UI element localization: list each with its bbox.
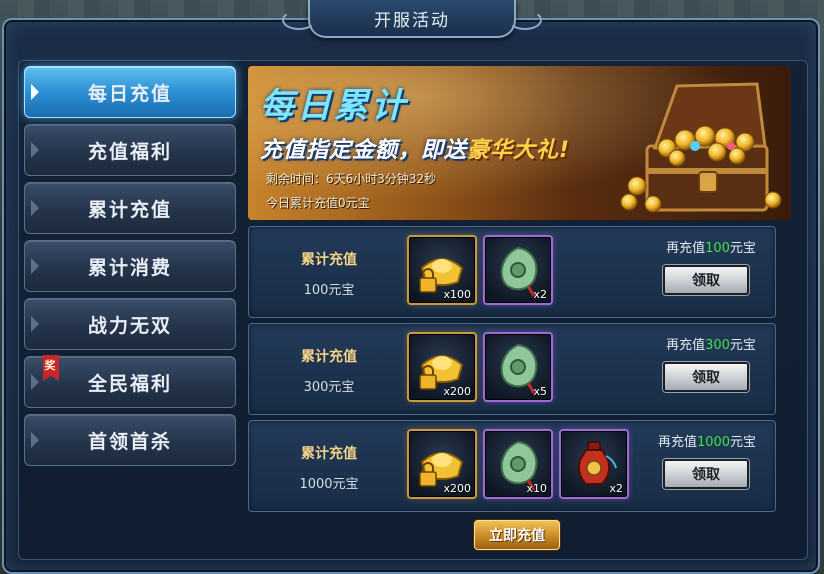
- tab-power-ranking[interactable]: 战力无双: [24, 298, 236, 350]
- tab-universal-welfare[interactable]: 奖 全民福利: [24, 355, 236, 408]
- need-prefix: 再充值: [657, 435, 697, 450]
- recharge-now-button[interactable]: 立即充值: [474, 520, 560, 550]
- window-title-plate: 开服活动: [282, 0, 542, 38]
- event-banner: 每日累计 充值指定金额，即送豪华大礼! 剩余时间：6天6小时3分钟32秒 今日累…: [248, 66, 791, 220]
- tab-label: 战力无双: [87, 314, 172, 337]
- need-amount: 1000: [696, 435, 731, 450]
- today-total-text: 今日累计充值0元宝: [266, 196, 370, 210]
- chevron-right-icon: [31, 258, 41, 274]
- tab-label: 全民福利: [87, 372, 172, 395]
- reward-item-slot[interactable]: x10: [483, 429, 553, 499]
- tab-recharge-welfare[interactable]: 充值福利: [24, 124, 236, 176]
- tab-cumulative-spending[interactable]: 累计消费: [24, 240, 236, 292]
- need-prefix: 再充值: [666, 241, 706, 256]
- chevron-right-icon: [31, 200, 41, 216]
- reward-title: 累计充值: [301, 252, 357, 268]
- item-quantity: x2: [533, 288, 547, 301]
- reward-tier-label: 累计充值 100元宝: [277, 249, 381, 298]
- reward-item-slot[interactable]: x2: [483, 235, 553, 305]
- reward-title: 累计充值: [301, 446, 357, 462]
- tab-daily-recharge[interactable]: 每日充值: [24, 66, 236, 118]
- remaining-recharge-text: 再充值100元宝: [641, 237, 781, 256]
- reward-amount: 1000元宝: [299, 477, 359, 492]
- reward-title: 累计充值: [301, 349, 357, 365]
- need-amount: 300: [705, 338, 730, 353]
- reward-row: 累计充值 300元宝 x200 x5 再充值300元宝 领取: [248, 323, 776, 415]
- need-suffix: 元宝: [729, 241, 756, 256]
- claim-button[interactable]: 领取: [663, 362, 749, 392]
- reward-item-slot[interactable]: x5: [483, 332, 553, 402]
- banner-subtitle-prefix: 充值指定金额，即送: [260, 138, 468, 163]
- remaining-recharge-text: 再充值1000元宝: [637, 431, 777, 450]
- chevron-right-icon: [31, 316, 41, 332]
- reward-item-slot[interactable]: x2: [559, 429, 629, 499]
- activity-sidebar: 每日充值 充值福利 累计充值 累计消费 战力无双 奖 全民福利 首领首杀: [24, 66, 238, 544]
- reward-item-slot[interactable]: x200: [407, 429, 477, 499]
- treasure-chest-icon: [620, 82, 782, 213]
- reward-badge: 奖: [43, 355, 59, 381]
- reward-tier-label: 累计充值 300元宝: [277, 346, 381, 395]
- item-quantity: x200: [443, 385, 471, 398]
- need-prefix: 再充值: [666, 338, 706, 353]
- reward-tier-label: 累计充值 1000元宝: [277, 443, 381, 492]
- window-title: 开服活动: [374, 10, 450, 31]
- tab-cumulative-recharge[interactable]: 累计充值: [24, 182, 236, 234]
- claim-button[interactable]: 领取: [663, 459, 749, 489]
- remaining-recharge-text: 再充值300元宝: [641, 334, 781, 353]
- banner-subtitle: 充值指定金额，即送豪华大礼!: [260, 132, 570, 164]
- claim-button[interactable]: 领取: [663, 265, 749, 295]
- chevron-right-icon: [31, 142, 41, 158]
- tab-label: 每日充值: [87, 82, 172, 105]
- tab-label: 累计充值: [87, 198, 172, 221]
- item-quantity: x10: [526, 482, 547, 495]
- reward-row: 累计充值 100元宝 x100 x2 再充值100元宝 领取: [248, 226, 776, 318]
- reward-amount: 100元宝: [303, 283, 355, 298]
- banner-subtitle-highlight: 豪华大礼!: [467, 138, 571, 163]
- reward-item-slot[interactable]: x100: [407, 235, 477, 305]
- chevron-right-icon: [31, 374, 41, 390]
- banner-title: 每日累计: [260, 86, 408, 126]
- item-quantity: x200: [443, 482, 471, 495]
- need-suffix: 元宝: [730, 435, 757, 450]
- reward-amount: 300元宝: [303, 380, 355, 395]
- chevron-right-icon: [31, 432, 41, 448]
- item-quantity: x5: [533, 385, 547, 398]
- tab-label: 充值福利: [87, 140, 172, 163]
- tab-label: 累计消费: [87, 256, 172, 279]
- need-suffix: 元宝: [729, 338, 756, 353]
- countdown-text: 剩余时间：6天6小时3分钟32秒: [266, 172, 437, 186]
- item-quantity: x2: [609, 482, 623, 495]
- reward-row: 累计充值 1000元宝 x200 x10 x2 再充值1000元宝 领取: [248, 420, 776, 512]
- item-quantity: x100: [443, 288, 471, 301]
- tab-boss-first-kill[interactable]: 首领首杀: [24, 414, 236, 466]
- need-amount: 100: [705, 241, 730, 256]
- tab-label: 首领首杀: [87, 430, 172, 453]
- chevron-right-icon: [31, 84, 41, 100]
- reward-item-slot[interactable]: x200: [407, 332, 477, 402]
